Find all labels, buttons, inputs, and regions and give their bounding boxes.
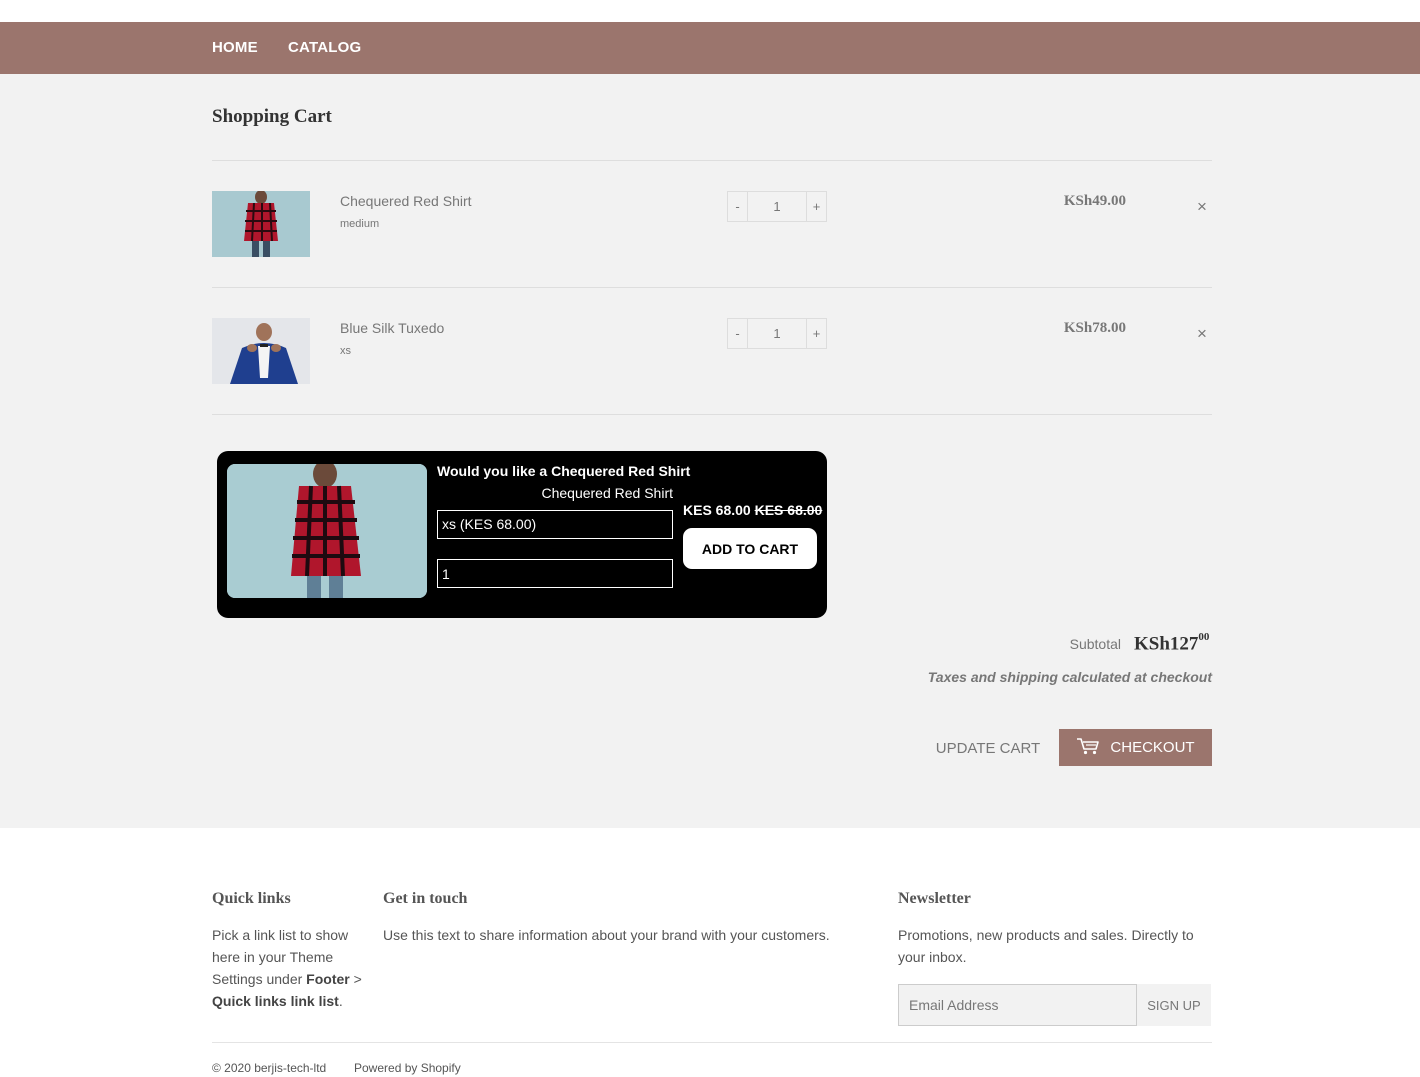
quantity-stepper: - 1 + (727, 191, 827, 222)
footer-divider (212, 1042, 1212, 1043)
newsletter-email-input[interactable]: Email Address (898, 984, 1137, 1026)
qty-increase-button[interactable]: + (806, 192, 826, 221)
item-thumbnail-shirt[interactable] (212, 191, 310, 257)
footer-bold-link: Footer (306, 971, 350, 987)
newsletter-heading: Newsletter (898, 890, 971, 907)
quick-links-link-list: Quick links link list (212, 993, 339, 1009)
upsell-quantity-input[interactable]: 1 (437, 559, 673, 588)
page-title: Shopping Cart (212, 106, 332, 127)
cart-divider (212, 414, 1212, 415)
newsletter-text: Promotions, new products and sales. Dire… (898, 927, 1194, 965)
nav-home-link[interactable]: HOME (212, 39, 258, 56)
powered-by-link[interactable]: Powered by Shopify (354, 1061, 461, 1075)
upsell-sale-price: KES 68.00 (683, 502, 751, 518)
quick-links-text: Pick a link list to show here in your Th… (212, 927, 362, 1009)
qty-decrease-button[interactable]: - (728, 319, 748, 348)
newsletter-signup-button[interactable]: SIGN UP (1137, 984, 1211, 1026)
tax-note: Taxes and shipping calculated at checkou… (927, 669, 1212, 685)
upsell-product-name: Chequered Red Shirt (541, 485, 673, 501)
upsell-product-image (227, 464, 427, 598)
cart-icon (1076, 737, 1100, 759)
subtotal-label: Subtotal (1069, 636, 1121, 652)
subtotal-value: KSh12700 (1134, 631, 1210, 655)
update-cart-button[interactable]: UPDATE CART (931, 730, 1045, 766)
item-title[interactable]: Blue Silk Tuxedo (340, 320, 444, 336)
item-thumbnail-tuxedo[interactable] (212, 318, 310, 384)
upsell-widget: Would you like a Chequered Red Shirt Che… (217, 451, 827, 618)
get-in-touch-text: Use this text to share information about… (383, 927, 830, 943)
remove-item-icon[interactable]: × (1194, 324, 1210, 344)
quantity-stepper: - 1 + (727, 318, 827, 349)
item-price: KSh78.00 (1063, 320, 1126, 336)
cart-divider (212, 160, 1212, 161)
site-nav: HOME CATALOG (0, 22, 1420, 74)
item-variant: xs (340, 345, 351, 357)
item-price: KSh49.00 (1063, 193, 1126, 209)
item-title[interactable]: Chequered Red Shirt (340, 193, 472, 209)
qty-input[interactable]: 1 (748, 319, 806, 348)
qty-increase-button[interactable]: + (806, 319, 826, 348)
remove-item-icon[interactable]: × (1194, 197, 1210, 217)
quick-links-heading: Quick links (212, 890, 291, 907)
checkout-button[interactable]: CHECKOUT (1059, 729, 1212, 766)
qty-decrease-button[interactable]: - (728, 192, 748, 221)
top-strip (0, 0, 1420, 22)
copyright-text[interactable]: © 2020 berjis-tech-ltd (212, 1061, 326, 1075)
cart-divider (212, 287, 1212, 288)
checkout-label: CHECKOUT (1110, 739, 1195, 756)
upsell-variant-select[interactable]: xs (KES 68.00) (437, 510, 673, 539)
get-in-touch-heading: Get in touch (383, 890, 468, 907)
subtotal-amount: KSh127 (1134, 633, 1199, 655)
nav-catalog-link[interactable]: CATALOG (288, 39, 361, 56)
upsell-compare-price: KES 68.00 (754, 502, 823, 518)
qty-input[interactable]: 1 (748, 192, 806, 221)
subtotal-cents: 00 (1198, 631, 1210, 643)
upsell-question: Would you like a Chequered Red Shirt (437, 463, 691, 479)
upsell-add-to-cart-button[interactable]: ADD TO CART (683, 528, 817, 569)
upsell-price: KES 68.00 KES 68.00 (683, 502, 822, 518)
item-variant: medium (340, 218, 380, 230)
